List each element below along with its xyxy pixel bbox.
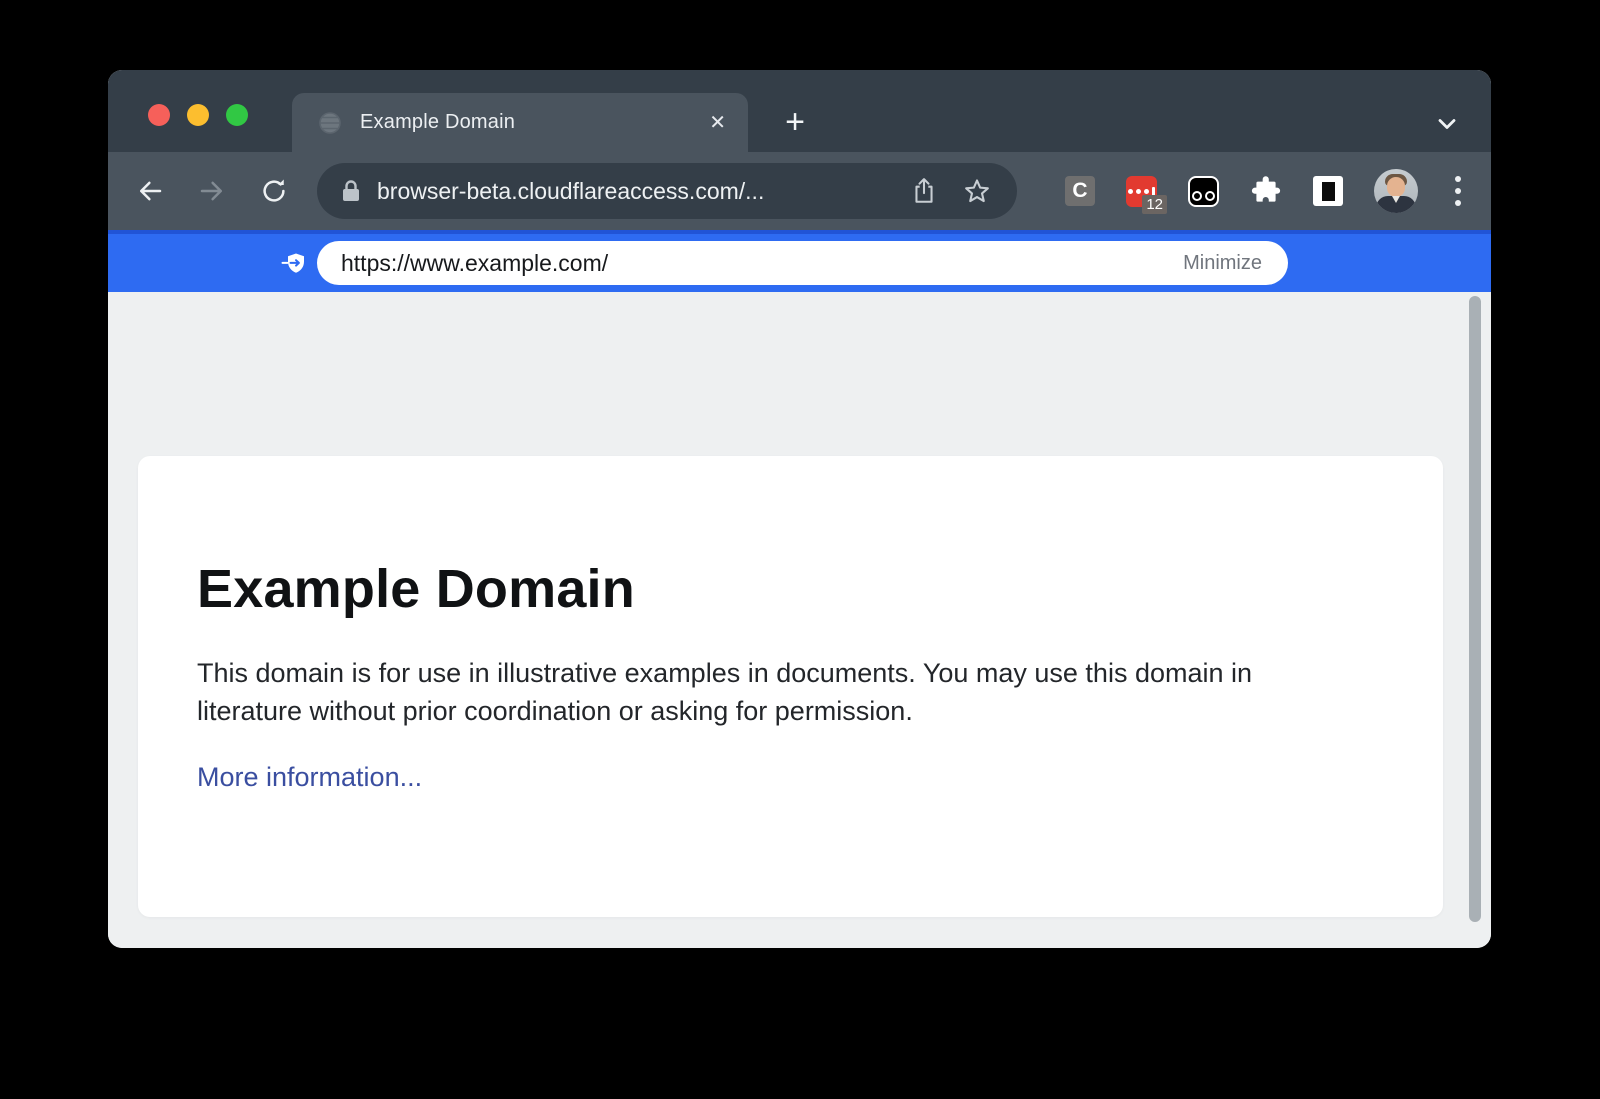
profile-avatar[interactable]	[1374, 169, 1418, 213]
tab-title: Example Domain	[360, 111, 709, 134]
browser-tab[interactable]: Example Domain ✕	[292, 93, 748, 152]
address-bar[interactable]: browser-beta.cloudflareaccess.com/...	[317, 163, 1017, 219]
bookmark-star-icon[interactable]	[963, 177, 991, 205]
minimize-bar-button[interactable]: Minimize	[1183, 252, 1262, 275]
forward-button[interactable]	[194, 173, 230, 209]
scrollbar-thumb[interactable]	[1469, 296, 1481, 922]
browser-toolbar: browser-beta.cloudflareaccess.com/... C …	[108, 152, 1491, 230]
address-url-text: browser-beta.cloudflareaccess.com/...	[377, 178, 911, 205]
tab-close-icon[interactable]: ✕	[709, 110, 726, 135]
isolation-url-input[interactable]	[341, 250, 1183, 277]
isolation-url-field: Minimize	[317, 241, 1288, 285]
extensions-puzzle-icon[interactable]	[1250, 175, 1282, 207]
tab-search-chevron-icon[interactable]	[1433, 110, 1461, 138]
more-information-link[interactable]: More information...	[197, 762, 422, 793]
example-domain-card: Example Domain This domain is for use in…	[138, 456, 1443, 917]
shield-arrow-icon	[280, 249, 310, 279]
red-dots-extension-icon[interactable]: 12	[1126, 176, 1157, 207]
reload-icon	[259, 176, 289, 206]
share-icon[interactable]	[911, 177, 937, 205]
page-title: Example Domain	[197, 558, 1443, 620]
frame-extension-icon[interactable]	[1313, 176, 1343, 206]
browser-menu-icon[interactable]	[1449, 176, 1467, 206]
extension-badge: 12	[1142, 195, 1167, 214]
minimize-window-button[interactable]	[187, 104, 209, 126]
desktop-background: Example Domain ✕ +	[0, 0, 1600, 1099]
lock-icon[interactable]	[341, 179, 361, 203]
tab-strip: Example Domain ✕ +	[108, 70, 1491, 152]
page-body-text: This domain is for use in illustrative e…	[197, 654, 1347, 730]
browser-window: Example Domain ✕ +	[108, 70, 1491, 948]
c-extension-icon[interactable]: C	[1065, 176, 1095, 206]
extensions-row: C 12	[1065, 152, 1467, 230]
new-tab-button[interactable]: +	[770, 97, 820, 147]
close-window-button[interactable]	[148, 104, 170, 126]
black-circles-extension-icon[interactable]	[1188, 176, 1219, 207]
zoom-window-button[interactable]	[226, 104, 248, 126]
window-controls	[148, 104, 248, 126]
forward-arrow-icon	[197, 176, 227, 206]
reload-button[interactable]	[256, 173, 292, 209]
back-arrow-icon	[135, 176, 165, 206]
globe-favicon-icon	[318, 111, 342, 135]
back-button[interactable]	[132, 173, 168, 209]
page-viewport: Example Domain This domain is for use in…	[108, 292, 1491, 948]
isolation-url-bar: Minimize	[108, 230, 1491, 292]
